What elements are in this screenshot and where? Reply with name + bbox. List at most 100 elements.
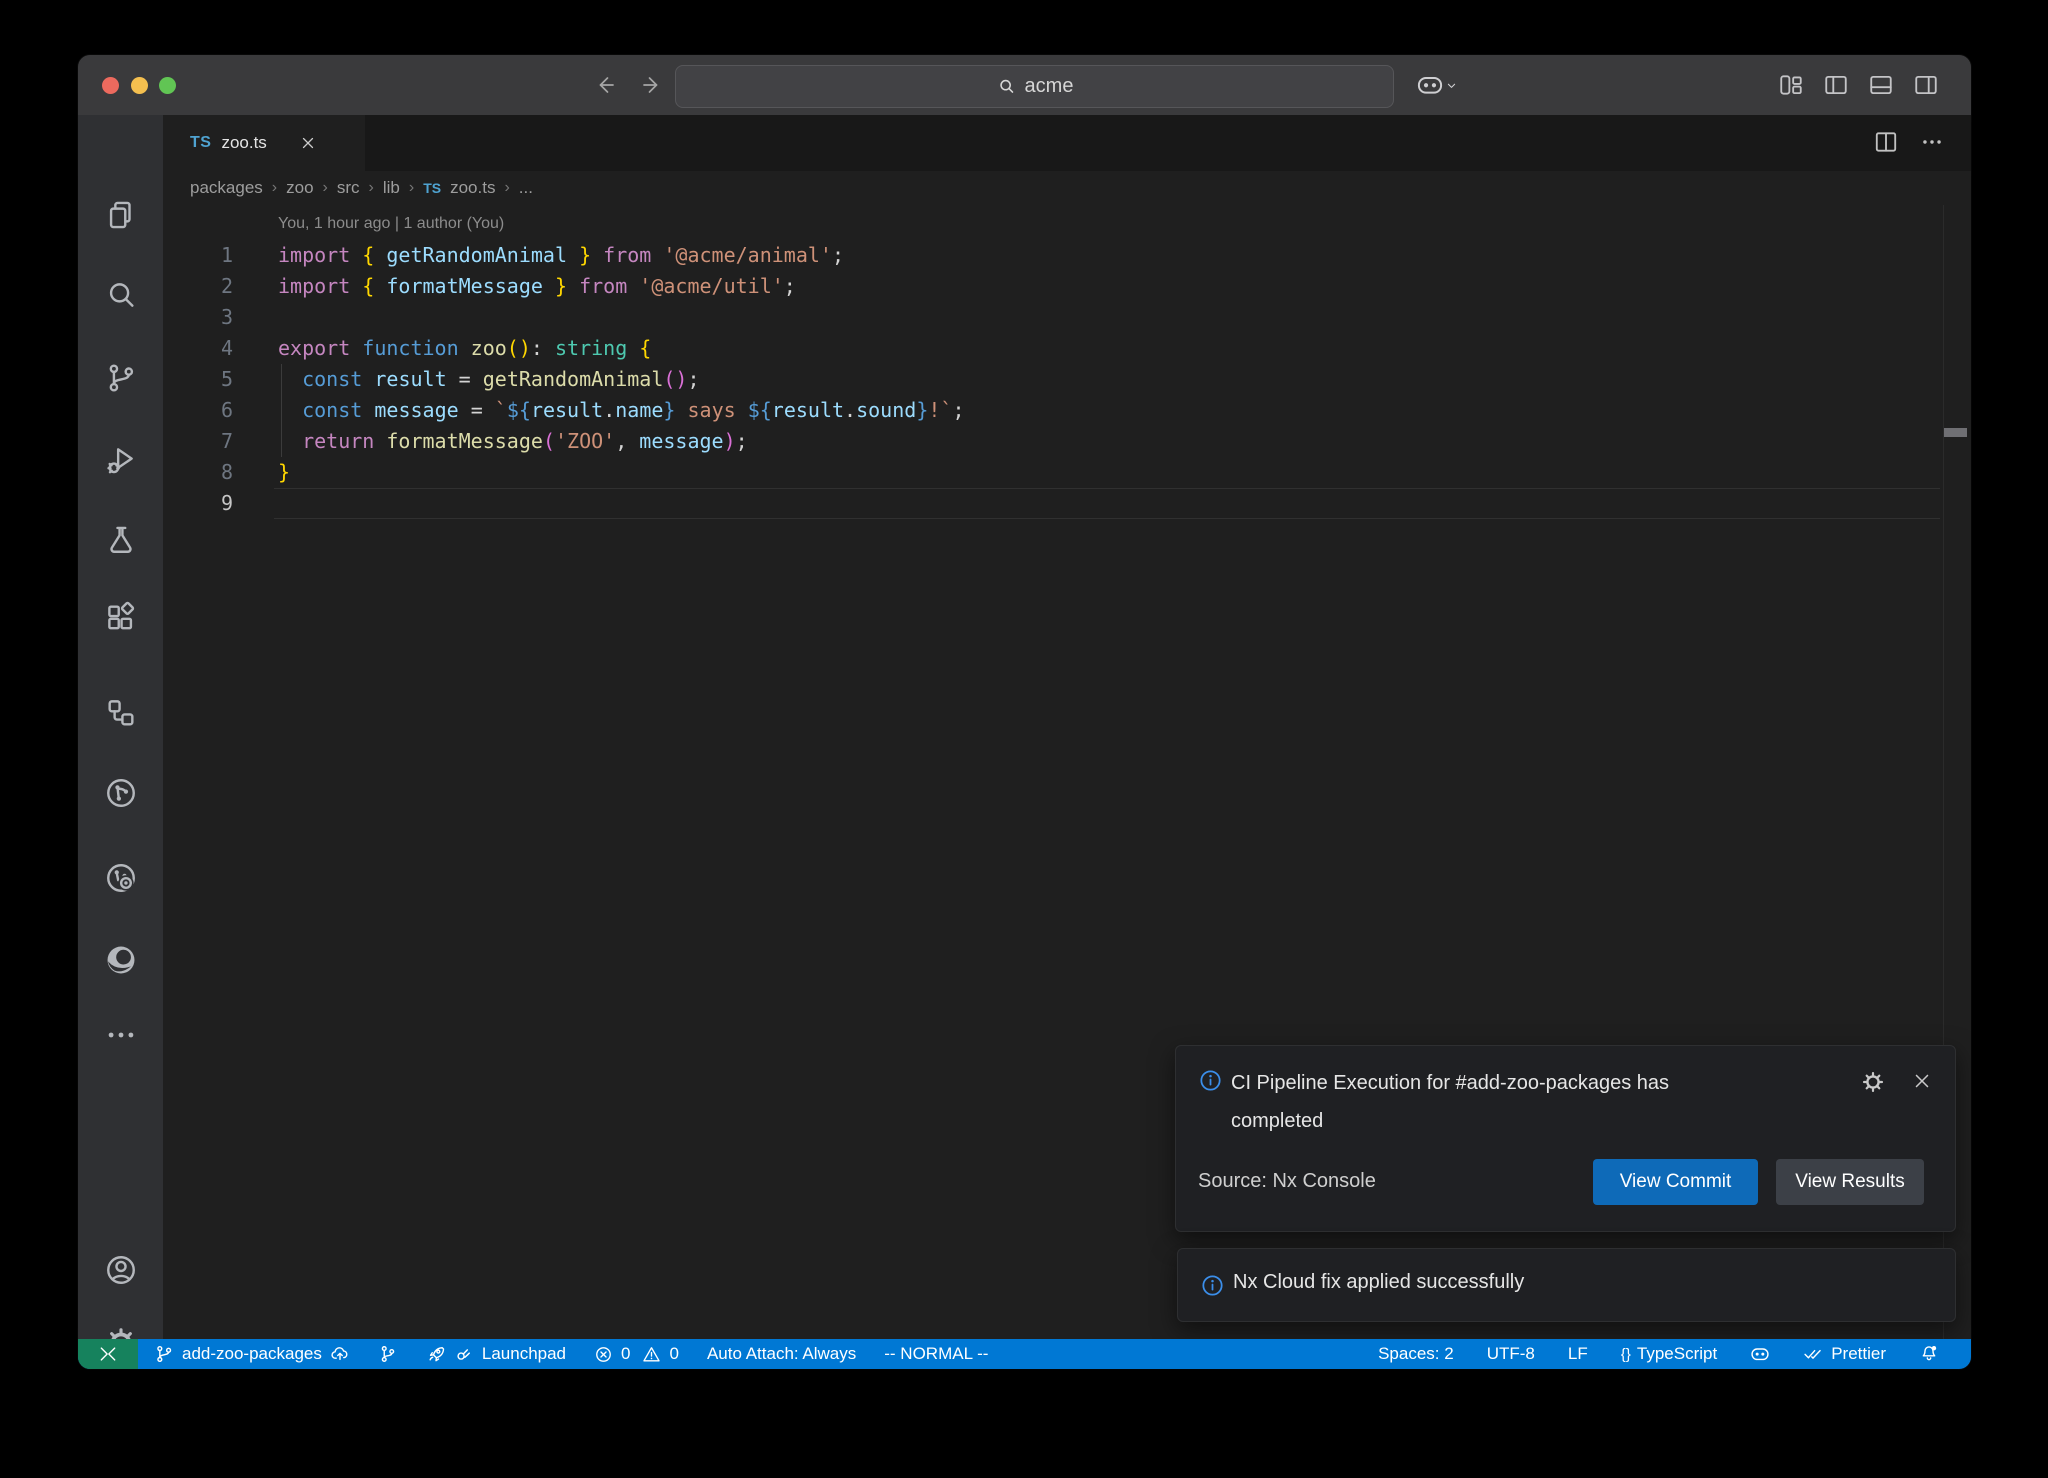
status-bar: add-zoo-packages Launchpad 00 Auto Attach: … xyxy=(78,1339,1971,1369)
status-label: Launchpad xyxy=(482,1344,566,1364)
braces-icon: { } xyxy=(1621,1346,1629,1363)
code-line xyxy=(278,488,965,519)
line-number: 7 xyxy=(163,426,233,457)
forward-icon[interactable] xyxy=(639,73,663,97)
line-number: 3 xyxy=(163,302,233,333)
search-icon xyxy=(996,76,1018,98)
cloud-upload-icon xyxy=(330,1344,350,1364)
typescript-file-icon: TS xyxy=(423,180,441,196)
error-icon xyxy=(594,1345,613,1364)
title-bar: acme xyxy=(78,55,1971,115)
code-line: import { getRandomAnimal } from '@acme/a… xyxy=(278,240,965,271)
activity-bar-edge-browser-icon[interactable] xyxy=(104,943,138,977)
status-label: UTF-8 xyxy=(1487,1344,1535,1364)
gear-icon[interactable] xyxy=(1861,1070,1885,1094)
status-eol[interactable]: LF xyxy=(1568,1344,1588,1364)
view-results-button[interactable]: View Results xyxy=(1776,1159,1924,1205)
code-line: } xyxy=(278,457,965,488)
activity-bar-nx-cloud-icon[interactable] xyxy=(104,861,138,895)
close-window-button[interactable] xyxy=(102,77,119,94)
status-branch[interactable]: add-zoo-packages xyxy=(154,1344,350,1364)
customize-layout-icon[interactable] xyxy=(1778,72,1804,98)
breadcrumb-item[interactable]: zoo xyxy=(286,178,313,198)
copilot-menu-button[interactable] xyxy=(1416,71,1459,99)
chevron-right-icon: › xyxy=(369,179,374,197)
git-graph-icon xyxy=(378,1344,398,1364)
activity-bar-account-icon[interactable] xyxy=(104,1253,138,1287)
breadcrumb-item-more[interactable]: ... xyxy=(519,178,533,198)
view-commit-button[interactable]: View Commit xyxy=(1593,1159,1758,1205)
double-check-icon xyxy=(1803,1344,1823,1364)
status-formatter[interactable]: Prettier xyxy=(1803,1344,1886,1364)
status-language[interactable]: { } TypeScript xyxy=(1621,1344,1718,1364)
status-label: Spaces: 2 xyxy=(1378,1344,1454,1364)
zoom-window-button[interactable] xyxy=(159,77,176,94)
activity-bar-search-icon[interactable] xyxy=(104,278,138,312)
line-number: 4 xyxy=(163,333,233,364)
toggle-primary-sidebar-icon[interactable] xyxy=(1823,72,1849,98)
split-editor-icon[interactable] xyxy=(1873,129,1899,155)
info-icon xyxy=(1198,1068,1223,1093)
command-center-search[interactable]: acme xyxy=(675,65,1394,108)
activity-bar-extensions-icon[interactable] xyxy=(104,601,138,635)
minimize-window-button[interactable] xyxy=(131,77,148,94)
vscode-window: acme TS zoo.ts packages›zoo›src›lib›TSzo… xyxy=(78,55,1971,1369)
close-icon[interactable] xyxy=(299,134,317,152)
toggle-panel-icon[interactable] xyxy=(1868,72,1894,98)
activity-bar-explorer-icon[interactable] xyxy=(104,198,138,232)
breadcrumb-item-file[interactable]: zoo.ts xyxy=(450,178,495,198)
breadcrumb-item[interactable]: lib xyxy=(383,178,400,198)
chevron-right-icon: › xyxy=(323,179,328,197)
activity-bar xyxy=(78,115,163,1339)
status-vim-mode[interactable]: -- NORMAL -- xyxy=(884,1344,988,1364)
line-number: 9 xyxy=(163,488,233,519)
breadcrumb-item[interactable]: src xyxy=(337,178,360,198)
status-indentation[interactable]: Spaces: 2 xyxy=(1378,1344,1454,1364)
activity-bar-more-icon[interactable] xyxy=(104,1018,138,1052)
overview-ruler-marker xyxy=(1944,428,1967,437)
tab-label: zoo.ts xyxy=(221,133,266,153)
notification-source: Source: Nx Console xyxy=(1198,1170,1376,1193)
activity-bar-run-debug-icon[interactable] xyxy=(104,443,138,477)
codelens-blame[interactable]: You, 1 hour ago | 1 author (You) xyxy=(278,215,504,233)
code-line: const result = getRandomAnimal(); xyxy=(278,364,965,395)
status-launchpad[interactable]: Launchpad xyxy=(426,1344,566,1364)
plug-icon xyxy=(454,1344,474,1364)
status-label: LF xyxy=(1568,1344,1588,1364)
status-problems[interactable]: 00 xyxy=(594,1344,679,1364)
code-line: const message = `${result.name} says ${r… xyxy=(278,395,965,426)
status-copilot[interactable] xyxy=(1750,1344,1770,1364)
rocket-icon xyxy=(426,1344,446,1364)
activity-bar-source-control-icon[interactable] xyxy=(104,361,138,395)
notification-toast-nx-cloud: Nx Cloud fix applied successfully xyxy=(1177,1248,1956,1322)
typescript-file-icon: TS xyxy=(190,134,211,152)
code-content[interactable]: import { getRandomAnimal } from '@acme/a… xyxy=(278,240,965,519)
code-line xyxy=(278,302,965,333)
activity-bar-projects-icon[interactable] xyxy=(104,696,138,730)
notification-message: Nx Cloud fix applied successfully xyxy=(1233,1271,1524,1294)
tab-bar: TS zoo.ts xyxy=(163,115,1971,171)
code-line: export function zoo(): string { xyxy=(278,333,965,364)
close-icon[interactable] xyxy=(1911,1070,1933,1094)
activity-bar-nx-console-icon[interactable] xyxy=(104,776,138,810)
back-icon[interactable] xyxy=(594,73,618,97)
code-line: return formatMessage('ZOO', message); xyxy=(278,426,965,457)
status-label: Auto Attach: Always xyxy=(707,1344,856,1364)
line-number: 5 xyxy=(163,364,233,395)
status-label: TypeScript xyxy=(1637,1344,1717,1364)
notification-toast-ci-pipeline: CI Pipeline Execution for #add-zoo-packa… xyxy=(1175,1045,1956,1232)
line-number: 6 xyxy=(163,395,233,426)
tab-zoo-ts[interactable]: TS zoo.ts xyxy=(163,115,365,171)
toggle-secondary-sidebar-icon[interactable] xyxy=(1913,72,1939,98)
breadcrumb-item[interactable]: packages xyxy=(190,178,263,198)
status-label: -- NORMAL -- xyxy=(884,1344,988,1364)
more-actions-icon[interactable] xyxy=(1919,129,1945,155)
status-encoding[interactable]: UTF-8 xyxy=(1487,1344,1535,1364)
line-number: 1 xyxy=(163,240,233,271)
status-git-graph[interactable] xyxy=(378,1344,398,1364)
status-notifications-bell[interactable] xyxy=(1919,1344,1939,1364)
activity-bar-testing-icon[interactable] xyxy=(104,523,138,557)
status-auto-attach[interactable]: Auto Attach: Always xyxy=(707,1344,856,1364)
code-line: import { formatMessage } from '@acme/uti… xyxy=(278,271,965,302)
remote-indicator[interactable] xyxy=(78,1339,138,1369)
